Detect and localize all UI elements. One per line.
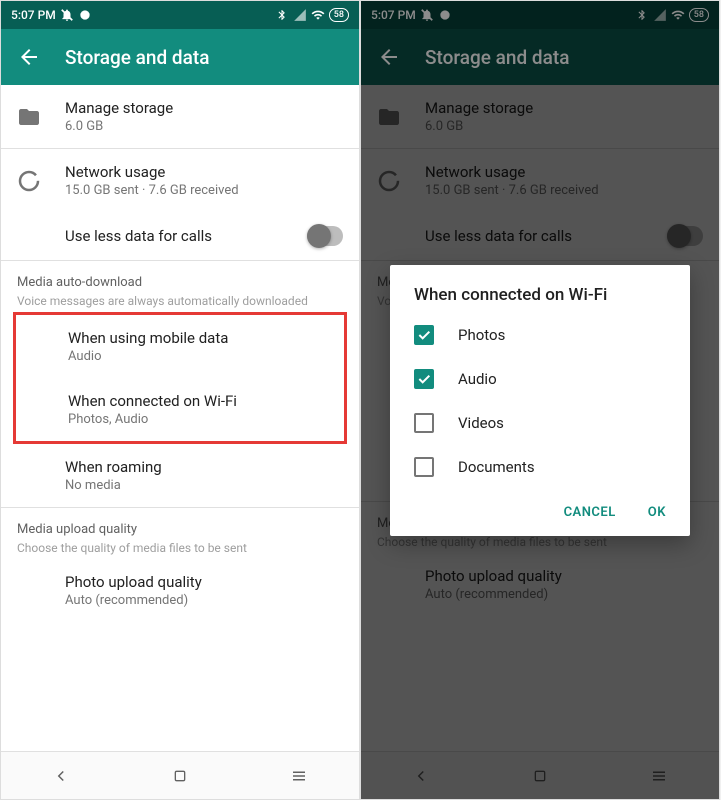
less-data-title: Use less data for calls: [65, 227, 283, 245]
wifi-icon: [311, 8, 325, 22]
upload-section-header: Media upload quality Choose the quality …: [1, 508, 359, 559]
photo-quality-title: Photo upload quality: [65, 573, 343, 591]
app-bar: Storage and data: [1, 29, 359, 85]
nav-back[interactable]: [49, 764, 73, 788]
network-usage-title: Network usage: [65, 163, 343, 181]
data-usage-icon: [17, 169, 41, 193]
phone-right: 5:07 PM 58 Storage and data Manage stora…: [360, 0, 720, 800]
roaming-subtitle: No media: [65, 478, 343, 493]
less-data-item[interactable]: Use less data for calls: [1, 212, 359, 260]
media-section-title: Media auto-download: [17, 275, 343, 290]
upload-section-desc: Choose the quality of media files to be …: [17, 541, 343, 555]
mobile-data-item[interactable]: When using mobile data Audio: [16, 315, 344, 378]
checkbox-photos[interactable]: Photos: [390, 313, 690, 357]
battery-indicator: 58: [329, 8, 349, 22]
manage-storage-title: Manage storage: [65, 99, 343, 117]
manage-storage-item[interactable]: Manage storage 6.0 GB: [1, 85, 359, 148]
checkbox-label: Documents: [458, 458, 535, 476]
signal-icon: [293, 8, 307, 22]
checkbox-label: Audio: [458, 370, 497, 388]
mobile-data-subtitle: Audio: [68, 349, 328, 364]
checkbox-audio[interactable]: Audio: [390, 357, 690, 401]
settings-content: Manage storage 6.0 GB Network usage 15.0…: [1, 85, 359, 751]
checkbox-videos[interactable]: Videos: [390, 401, 690, 445]
app-icon: [78, 8, 92, 22]
phone-left: 5:07 PM 58 Storage and data: [0, 0, 360, 800]
ok-button[interactable]: OK: [636, 497, 678, 528]
less-data-toggle[interactable]: [307, 226, 343, 246]
wifi-dialog: When connected on Wi-Fi Photos Audio Vid…: [390, 265, 690, 536]
page-title: Storage and data: [65, 46, 209, 69]
mobile-data-title: When using mobile data: [68, 329, 328, 347]
media-section-desc: Voice messages are always automatically …: [17, 294, 343, 308]
status-bar: 5:07 PM 58: [1, 1, 359, 29]
highlight-box: When using mobile data Audio When connec…: [13, 312, 347, 444]
nav-home[interactable]: [168, 764, 192, 788]
nav-bar: [1, 751, 359, 799]
cancel-button[interactable]: CANCEL: [552, 497, 628, 528]
checkbox-label: Videos: [458, 414, 504, 432]
folder-icon: [17, 105, 41, 129]
dialog-overlay[interactable]: When connected on Wi-Fi Photos Audio Vid…: [361, 1, 719, 799]
media-section-header: Media auto-download Voice messages are a…: [1, 261, 359, 312]
photo-quality-subtitle: Auto (recommended): [65, 593, 343, 608]
checkbox-label: Photos: [458, 326, 505, 344]
network-usage-item[interactable]: Network usage 15.0 GB sent · 7.6 GB rece…: [1, 149, 359, 212]
roaming-item[interactable]: When roaming No media: [1, 444, 359, 507]
dnd-icon: [60, 8, 74, 22]
network-usage-subtitle: 15.0 GB sent · 7.6 GB received: [65, 183, 343, 198]
checkbox-icon: [414, 413, 434, 433]
back-button[interactable]: [17, 45, 41, 69]
photo-quality-item[interactable]: Photo upload quality Auto (recommended): [1, 559, 359, 622]
roaming-title: When roaming: [65, 458, 343, 476]
dialog-actions: CANCEL OK: [390, 489, 690, 528]
wifi-title: When connected on Wi-Fi: [68, 392, 328, 410]
checkbox-icon: [414, 325, 434, 345]
status-time: 5:07 PM: [11, 8, 56, 22]
wifi-subtitle: Photos, Audio: [68, 412, 328, 427]
wifi-item[interactable]: When connected on Wi-Fi Photos, Audio: [16, 378, 344, 441]
upload-section-title: Media upload quality: [17, 522, 343, 537]
nav-recent[interactable]: [287, 764, 311, 788]
dialog-title: When connected on Wi-Fi: [390, 285, 690, 313]
checkbox-icon: [414, 457, 434, 477]
manage-storage-subtitle: 6.0 GB: [65, 119, 343, 134]
checkbox-icon: [414, 369, 434, 389]
bluetooth-icon: [275, 8, 289, 22]
checkbox-documents[interactable]: Documents: [390, 445, 690, 489]
